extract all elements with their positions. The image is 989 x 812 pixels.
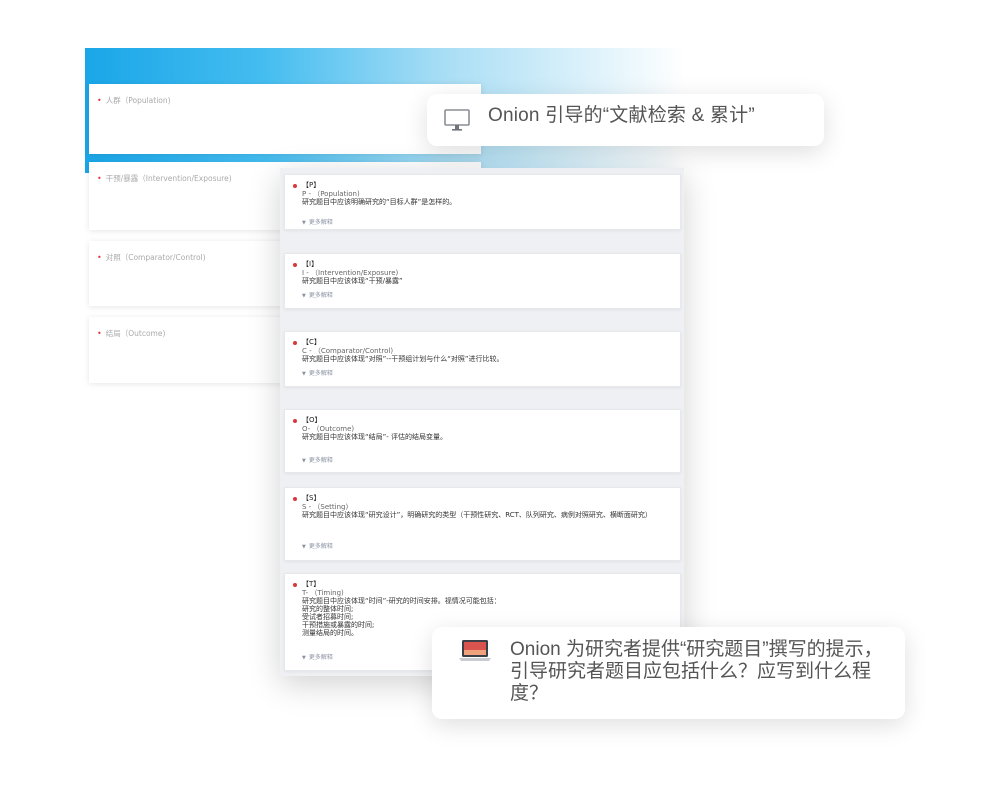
more-label: 更多解释 bbox=[308, 292, 333, 299]
hint-tag: 【S】 bbox=[302, 494, 321, 502]
bullet-icon bbox=[293, 263, 297, 267]
caret-down-icon: ▼ bbox=[302, 655, 306, 661]
callout-text: Onion 引导的“文献检索 & 累计” bbox=[488, 105, 755, 126]
title-hint-panel: 【P】 P - （Population) 研究题目中应该明确研究的“目标人群”是… bbox=[280, 168, 684, 676]
hint-card-p: 【P】 P - （Population) 研究题目中应该明确研究的“目标人群”是… bbox=[284, 174, 681, 230]
hint-desc-item: 研究的整体时间; bbox=[302, 605, 354, 613]
bullet-icon bbox=[293, 341, 297, 345]
field-label-text: 结局（Outcome) bbox=[105, 329, 166, 338]
more-explanation-link[interactable]: ▼ 更多解释 bbox=[302, 370, 333, 378]
field-label-text: 人群（Population) bbox=[105, 96, 171, 105]
caret-down-icon: ▼ bbox=[302, 220, 306, 226]
callout-title-hints: Onion 为研究者提供“研究题目”撰写的提示，引导研究者题目应包括什么？应写到… bbox=[432, 627, 905, 719]
hint-card-o: 【O】 O- （Outcome) 研究题目中应该体现“结局”- 评估的结局变量。… bbox=[284, 409, 681, 473]
more-explanation-link[interactable]: ▼ 更多解释 bbox=[302, 654, 333, 662]
required-marker: • bbox=[97, 329, 102, 338]
hint-desc: 研究题目中应该体现“干预/暴露” bbox=[302, 277, 403, 285]
hint-tag: 【P】 bbox=[302, 181, 321, 189]
required-marker: • bbox=[97, 96, 102, 105]
hint-subtitle: S - （Setting) bbox=[302, 503, 349, 511]
hint-tag: 【T】 bbox=[302, 580, 321, 588]
hint-subtitle: P - （Population) bbox=[302, 190, 360, 198]
more-explanation-link[interactable]: ▼ 更多解释 bbox=[302, 219, 333, 227]
caret-down-icon: ▼ bbox=[302, 458, 306, 464]
population-label: • 人群（Population) bbox=[97, 95, 171, 106]
hint-desc: 研究题目中应该体现“研究设计”，明确研究的类型（干预性研究、RCT、队列研究、病… bbox=[302, 511, 652, 519]
more-explanation-link[interactable]: ▼ 更多解释 bbox=[302, 292, 333, 300]
bullet-icon bbox=[293, 583, 297, 587]
more-label: 更多解释 bbox=[308, 654, 333, 661]
field-label-text: 干预/暴露（Intervention/Exposure) bbox=[105, 174, 232, 183]
hint-card-s: 【S】 S - （Setting) 研究题目中应该体现“研究设计”，明确研究的类… bbox=[284, 487, 681, 561]
callout-text: Onion 为研究者提供“研究题目”撰写的提示，引导研究者题目应包括什么？应写到… bbox=[510, 639, 883, 704]
monitor-icon bbox=[444, 109, 470, 131]
bullet-icon bbox=[293, 184, 297, 188]
caret-down-icon: ▼ bbox=[302, 293, 306, 299]
bullet-icon bbox=[293, 497, 297, 501]
more-label: 更多解释 bbox=[308, 370, 333, 377]
caret-down-icon: ▼ bbox=[302, 544, 306, 550]
field-label-text: 对照（Comparator/Control) bbox=[105, 253, 206, 262]
hint-desc: 研究题目中应该体现“时间”-研究的时间安排。视情况可能包括： bbox=[302, 597, 501, 605]
more-explanation-link[interactable]: ▼ 更多解释 bbox=[302, 543, 333, 551]
hint-desc: 研究题目中应该体现“对照”--干预组计划与什么“对照”进行比较。 bbox=[302, 355, 504, 363]
hint-card-c: 【C】 C - （Comparator/Control) 研究题目中应该体现“对… bbox=[284, 331, 681, 387]
comparator-label: • 对照（Comparator/Control) bbox=[97, 252, 206, 263]
hint-subtitle: I - （Intervention/Exposure) bbox=[302, 269, 399, 277]
hint-tag: 【I】 bbox=[302, 260, 319, 268]
hint-subtitle: O- （Outcome) bbox=[302, 425, 355, 433]
hint-tag: 【C】 bbox=[302, 338, 321, 346]
caret-down-icon: ▼ bbox=[302, 371, 306, 377]
hint-subtitle: C - （Comparator/Control) bbox=[302, 347, 394, 355]
hint-desc: 研究题目中应该体现“结局”- 评估的结局变量。 bbox=[302, 433, 448, 441]
more-label: 更多解释 bbox=[308, 543, 333, 550]
hint-desc: 研究题目中应该明确研究的“目标人群”是怎样的。 bbox=[302, 198, 457, 206]
hint-desc-item: 受试者招募时间; bbox=[302, 613, 354, 621]
outcome-label: • 结局（Outcome) bbox=[97, 328, 165, 339]
population-field[interactable]: • 人群（Population) bbox=[89, 84, 481, 154]
intervention-label: • 干预/暴露（Intervention/Exposure) bbox=[97, 173, 232, 184]
more-label: 更多解释 bbox=[308, 219, 333, 226]
hint-tag: 【O】 bbox=[302, 416, 322, 424]
hint-subtitle: T- （Timing) bbox=[302, 589, 344, 597]
more-explanation-link[interactable]: ▼ 更多解释 bbox=[302, 457, 333, 465]
required-marker: • bbox=[97, 253, 102, 262]
hint-card-i: 【I】 I - （Intervention/Exposure) 研究题目中应该体… bbox=[284, 253, 681, 309]
bullet-icon bbox=[293, 419, 297, 423]
more-label: 更多解释 bbox=[308, 457, 333, 464]
required-marker: • bbox=[97, 174, 102, 183]
callout-literature-search: Onion 引导的“文献检索 & 累计” bbox=[427, 94, 824, 146]
laptop-icon bbox=[459, 640, 491, 661]
